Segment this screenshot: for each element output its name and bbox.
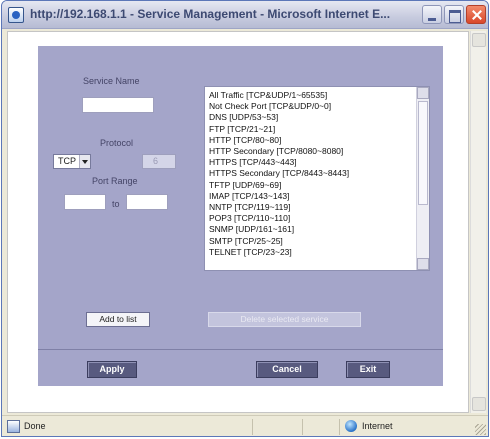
- protocol-number-input[interactable]: 6: [142, 154, 176, 169]
- port-to-label: to: [112, 199, 120, 209]
- service-list-item[interactable]: TFTP [UDP/69~69]: [209, 180, 414, 191]
- protocol-select[interactable]: TCP: [53, 154, 91, 169]
- close-button[interactable]: [466, 5, 486, 24]
- window-title: http://192.168.1.1 - Service Management …: [30, 7, 391, 21]
- title-bar[interactable]: http://192.168.1.1 - Service Management …: [2, 1, 488, 29]
- status-bar: Done Internet: [2, 415, 488, 436]
- port-range-label: Port Range: [92, 176, 138, 186]
- scroll-down-icon[interactable]: [417, 258, 429, 270]
- minimize-button[interactable]: [422, 5, 442, 24]
- protocol-label: Protocol: [100, 138, 134, 148]
- service-listbox[interactable]: All Traffic [TCP&UDP/1~65535] Not Check P…: [204, 86, 430, 271]
- ie-page-icon: [8, 7, 24, 23]
- cancel-button[interactable]: Cancel: [256, 361, 318, 378]
- scroll-up-icon[interactable]: [472, 33, 486, 47]
- list-scrollbar[interactable]: [416, 87, 429, 270]
- add-to-list-button[interactable]: Add to list: [86, 312, 150, 327]
- status-separator: [252, 419, 253, 435]
- service-list-item[interactable]: All Traffic [TCP&UDP/1~65535]: [209, 90, 414, 101]
- browser-window: http://192.168.1.1 - Service Management …: [1, 0, 489, 437]
- globe-icon: [345, 420, 357, 432]
- page-icon: [7, 420, 20, 433]
- service-list-item[interactable]: IMAP [TCP/143~143]: [209, 191, 414, 202]
- page-scrollbar[interactable]: [470, 31, 486, 413]
- service-list-item[interactable]: SMTP [TCP/25~25]: [209, 236, 414, 247]
- scroll-up-icon[interactable]: [417, 87, 429, 99]
- status-separator: [302, 419, 303, 435]
- service-list-item[interactable]: SNMP [UDP/161~161]: [209, 224, 414, 235]
- resize-grip[interactable]: [475, 424, 486, 435]
- divider: [38, 349, 443, 350]
- service-list-item[interactable]: HTTPS [TCP/443~443]: [209, 157, 414, 168]
- port-to-input[interactable]: [126, 194, 168, 210]
- service-list-item[interactable]: NNTP [TCP/119~119]: [209, 202, 414, 213]
- scroll-thumb[interactable]: [418, 101, 428, 205]
- service-list-item[interactable]: HTTP [TCP/80~80]: [209, 135, 414, 146]
- chevron-down-icon[interactable]: [79, 155, 90, 168]
- status-separator: [339, 419, 340, 435]
- service-list-item[interactable]: POP3 [TCP/110~110]: [209, 213, 414, 224]
- service-name-input[interactable]: [82, 97, 154, 113]
- service-list-item[interactable]: DNS [UDP/53~53]: [209, 112, 414, 123]
- service-list-item[interactable]: HTTPS Secondary [TCP/8443~8443]: [209, 168, 414, 179]
- scroll-down-icon[interactable]: [472, 397, 486, 411]
- service-list-item[interactable]: HTTP Secondary [TCP/8080~8080]: [209, 146, 414, 157]
- maximize-button[interactable]: [444, 5, 464, 24]
- security-zone: Internet: [362, 421, 393, 431]
- delete-selected-service-button[interactable]: Delete selected service: [208, 312, 361, 327]
- status-text: Done: [24, 421, 46, 431]
- service-list-item[interactable]: FTP [TCP/21~21]: [209, 124, 414, 135]
- service-management-panel: Service Name Protocol TCP 6 Port Range t…: [38, 46, 443, 386]
- port-from-input[interactable]: [64, 194, 106, 210]
- service-name-label: Service Name: [83, 76, 140, 86]
- apply-button[interactable]: Apply: [87, 361, 137, 378]
- service-list-item[interactable]: TELNET [TCP/23~23]: [209, 247, 414, 258]
- protocol-selected-value: TCP: [58, 156, 76, 166]
- service-list-item[interactable]: Not Check Port [TCP&UDP/0~0]: [209, 101, 414, 112]
- page-viewport: Service Name Protocol TCP 6 Port Range t…: [7, 31, 469, 413]
- exit-button[interactable]: Exit: [346, 361, 390, 378]
